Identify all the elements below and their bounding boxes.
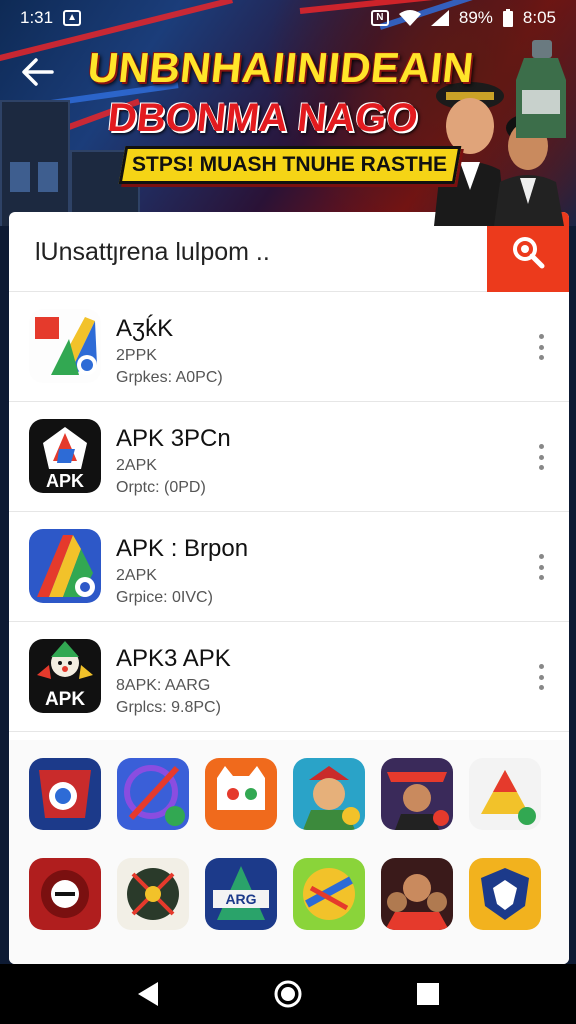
banner-ribbon-text: STPS! MUASH TNUHE RASTHE [132,153,448,176]
compass-app-icon[interactable] [117,858,189,930]
badge-app-icon[interactable] [29,758,101,830]
app-icon-grid: ARG [9,740,569,964]
home-circle-icon[interactable] [272,978,304,1010]
back-triangle-icon[interactable] [132,978,164,1010]
app-list-item[interactable]: APK APK3 APK 8APK: AARG Grplcs: 9.8PC) [9,622,569,732]
app-name: APK 3PCn [116,425,231,452]
red-emblem-app-icon[interactable] [29,858,101,930]
character-app-icon[interactable] [381,758,453,830]
banner-title-line1: UNBNHAIINIDEAIN [85,44,477,91]
app-subtitle: 2APK [116,457,157,474]
clown-apk-icon: APK [29,639,101,713]
app-meta: Grpice: 0IVC) [116,589,213,606]
apk-logo-icon: APK [29,419,101,493]
search-input[interactable] [35,238,465,267]
group-app-icon[interactable] [381,858,453,930]
navigation-bar [0,964,576,1024]
search-icon [513,237,545,269]
triangle-app-icon[interactable] [469,758,541,830]
app-list-item[interactable]: AӡḱK 2PPK Grpkes: A0PC) [9,292,569,402]
app-meta: Orptc: (0PD) [116,479,206,496]
back-arrow-icon[interactable] [20,54,56,90]
results-card: AӡḱK 2PPK Grpkes: A0PC) APK APK 3PCn 2AP… [9,212,569,964]
status-percent: 89% [458,8,493,27]
a-letter-app-icon[interactable]: ARG [205,858,277,930]
notification-icon: ▲ [63,10,82,26]
colorful-arrow-app-icon [29,309,101,383]
wifi-icon [398,10,421,26]
battery-icon [502,9,513,27]
app-list-item[interactable]: APK : Brpon 2APK Grpice: 0IVC) [9,512,569,622]
signal-icon [430,10,449,26]
chat-bubble-app-icon[interactable] [205,758,277,830]
grid-tile-label: ARG [225,891,256,907]
status-clock: 8:05 [522,8,556,27]
slash-app-icon[interactable] [117,758,189,830]
colorful-a-app-icon [29,529,101,603]
apk-logo-label: APK [45,689,85,710]
status-left: 1:31 ▲ [20,8,82,28]
banner-bottle-graphic [516,40,566,138]
banner-title-line2: DBONMA NAGO [105,96,420,140]
status-bar: 1:31 ▲ N 89% 8:05 [0,0,576,36]
status-time: 1:31 [20,8,54,27]
app-subtitle: 2APK [116,567,157,584]
app-subtitle: 8APK: AARG [116,677,211,694]
more-options-icon[interactable] [531,330,551,364]
more-options-icon[interactable] [531,440,551,474]
app-name: APK3 APK [116,645,231,672]
more-options-icon[interactable] [531,550,551,584]
banner-ribbon: STPS! MUASH TNUHE RASTHE [118,146,462,184]
recents-square-icon[interactable] [412,978,444,1010]
more-options-icon[interactable] [531,660,551,694]
apk-logo-label: APK [46,471,84,491]
app-subtitle: 2PPK [116,347,157,364]
neon-text-app-icon[interactable] [293,858,365,930]
app-name: AӡḱK [116,315,174,342]
soldier-app-icon[interactable] [293,758,365,830]
app-list-item[interactable]: APK APK 3PCn 2APK Orptc: (0PD) [9,402,569,512]
app-name: APK : Brpon [116,535,249,562]
shield-app-icon[interactable] [469,858,541,930]
app-meta: Grpkes: A0PC) [116,369,223,386]
app-meta: Grplcs: 9.8PC) [116,699,221,716]
nfc-icon: N [370,10,389,26]
banner-building [0,100,70,226]
status-right: N 89% 8:05 [370,8,556,28]
